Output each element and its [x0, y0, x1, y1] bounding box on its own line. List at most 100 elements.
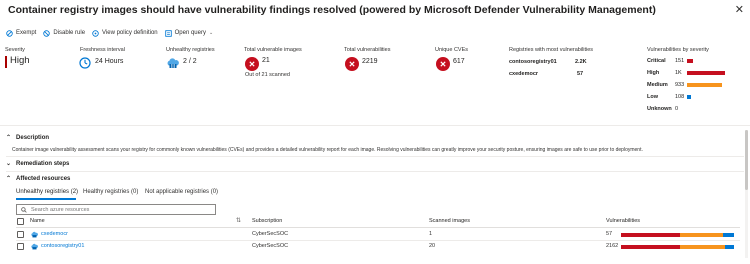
disable-rule-label: Disable rule — [53, 30, 86, 36]
severity-row-label: Medium — [647, 82, 668, 88]
severity-label: Severity — [5, 47, 25, 53]
view-policy-label: View policy definition — [102, 30, 158, 36]
exempt-icon — [6, 29, 13, 37]
freshness-value: 24 Hours — [95, 58, 124, 65]
severity-row-bar — [687, 71, 725, 75]
registry-link[interactable]: cxedemocr — [41, 231, 68, 237]
divider — [6, 156, 744, 157]
error-icon — [345, 57, 359, 71]
active-tab-indicator — [16, 198, 76, 200]
divider — [6, 171, 744, 172]
severity-row-count: 108 — [675, 94, 685, 100]
sort-icon[interactable]: ⇅ — [236, 217, 241, 224]
open-query-label: Open query — [174, 30, 206, 36]
column-header-scanned-images[interactable]: Scanned images — [429, 218, 470, 224]
severity-row-label: Critical — [647, 58, 666, 64]
tab-healthy-registries[interactable]: Healthy registries (0) — [83, 189, 138, 195]
scrollbar-thumb[interactable] — [745, 130, 748, 190]
vulnerability-bar-segment — [724, 245, 734, 249]
exempt-label: Exempt — [16, 30, 37, 36]
column-header-name[interactable]: Name — [30, 218, 45, 224]
disable-icon — [43, 29, 51, 37]
total-vulnerabilities-label: Total vulnerabilities — [344, 47, 391, 53]
tab-unhealthy-registries[interactable]: Unhealthy registries (2) — [16, 189, 78, 195]
row-checkbox[interactable] — [17, 243, 24, 250]
scanned-images-cell: 20 — [429, 243, 436, 249]
container-registry-icon — [167, 58, 179, 68]
subscription-cell: CyberSecSOC — [252, 243, 289, 249]
severity-row-label: Unknown — [647, 106, 672, 112]
registry-name[interactable]: contosoregistry01 — [509, 59, 557, 65]
vulnerability-bar-segment — [621, 245, 680, 249]
severity-row-label: High — [647, 70, 660, 76]
unique-cves-label: Unique CVEs — [435, 47, 469, 53]
policy-icon — [92, 29, 99, 37]
description-title: Description — [16, 134, 50, 141]
total-vulnerable-images-value: 21 — [262, 57, 270, 64]
vulnerability-bar-segment — [621, 233, 680, 237]
severity-indicator — [5, 56, 7, 68]
exempt-button[interactable]: Exempt — [6, 29, 37, 37]
container-registry-icon — [31, 243, 38, 250]
severity-value: High — [10, 55, 30, 66]
vulnerability-bar — [621, 245, 734, 249]
subscription-cell: CyberSecSOC — [252, 231, 289, 237]
remediation-section-header[interactable]: ⌄ Remediation steps — [6, 160, 70, 168]
severity-row-count: 151 — [675, 58, 685, 64]
chevron-up-icon: ⌃ — [6, 176, 12, 182]
severity-row-bar — [687, 83, 723, 87]
severity-row-label: Low — [647, 94, 658, 100]
registry-link[interactable]: contosoregistry01 — [41, 243, 84, 249]
total-vulnerable-images-label: Total vulnerable images — [244, 47, 302, 53]
tab-not-applicable-registries[interactable]: Not applicable registries (0) — [145, 189, 218, 195]
unhealthy-registries-value: 2 / 2 — [183, 58, 197, 65]
vulnerabilities-count: 2162 — [606, 243, 619, 249]
registry-count: 2.2K — [575, 59, 587, 65]
disable-rule-button[interactable]: Disable rule — [43, 29, 86, 37]
total-vulnerabilities-value: 2219 — [362, 58, 378, 65]
vulns-by-severity-label: Vulnerabilities by severity — [647, 47, 709, 53]
command-bar: Exempt Disable rule View policy definiti… — [6, 26, 220, 40]
page-title: Container registry images should have vu… — [8, 4, 656, 16]
vulnerability-bar-segment — [722, 233, 734, 237]
view-policy-button[interactable]: View policy definition — [92, 29, 158, 37]
severity-row-bar — [687, 95, 692, 99]
vulnerability-bar-segment — [679, 245, 725, 249]
registry-count: 57 — [577, 71, 584, 77]
affected-resources-section-header[interactable]: ⌃ Affected resources — [6, 175, 71, 183]
severity-row-count: 0 — [675, 106, 679, 112]
severity-row-bar — [687, 59, 693, 63]
unique-cves-value: 617 — [453, 58, 465, 65]
error-icon — [436, 57, 450, 71]
select-all-checkbox[interactable] — [17, 218, 24, 225]
open-query-button[interactable]: Open query ⌄ — [164, 29, 214, 37]
divider — [16, 227, 740, 228]
description-text: Container image vulnerability assessment… — [12, 147, 643, 153]
row-checkbox[interactable] — [17, 231, 24, 238]
affected-resources-title: Affected resources — [16, 175, 71, 182]
chevron-down-icon: ⌄ — [208, 30, 214, 36]
severity-row-count: 1K — [675, 70, 682, 76]
query-icon — [164, 29, 172, 37]
divider — [16, 240, 740, 241]
search-input[interactable] — [31, 206, 191, 213]
chevron-up-icon: ⌃ — [6, 135, 12, 141]
column-header-subscription[interactable]: Subscription — [252, 218, 282, 224]
close-icon[interactable]: ✕ — [735, 3, 744, 16]
description-section-header[interactable]: ⌃ Description — [6, 134, 50, 142]
registry-name[interactable]: cxedemocr — [509, 71, 538, 77]
registries-most-vulns-label: Registries with most vulnerabilities — [509, 47, 594, 53]
remediation-title: Remediation steps — [16, 160, 70, 167]
column-header-vulnerabilities[interactable]: Vulnerabilities — [606, 218, 640, 224]
vulnerability-bar — [621, 233, 734, 237]
divider — [0, 125, 750, 126]
clock-icon — [79, 57, 91, 69]
scanned-images-subtext: Out of 21 scanned — [245, 72, 290, 78]
search-box — [16, 204, 216, 215]
vulnerability-bar-segment — [679, 233, 723, 237]
scanned-images-cell: 1 — [429, 231, 433, 237]
error-icon — [245, 57, 259, 71]
freshness-label: Freshness interval — [80, 47, 125, 53]
unhealthy-registries-label: Unhealthy registries — [166, 47, 215, 53]
vulnerabilities-count: 57 — [606, 231, 613, 237]
